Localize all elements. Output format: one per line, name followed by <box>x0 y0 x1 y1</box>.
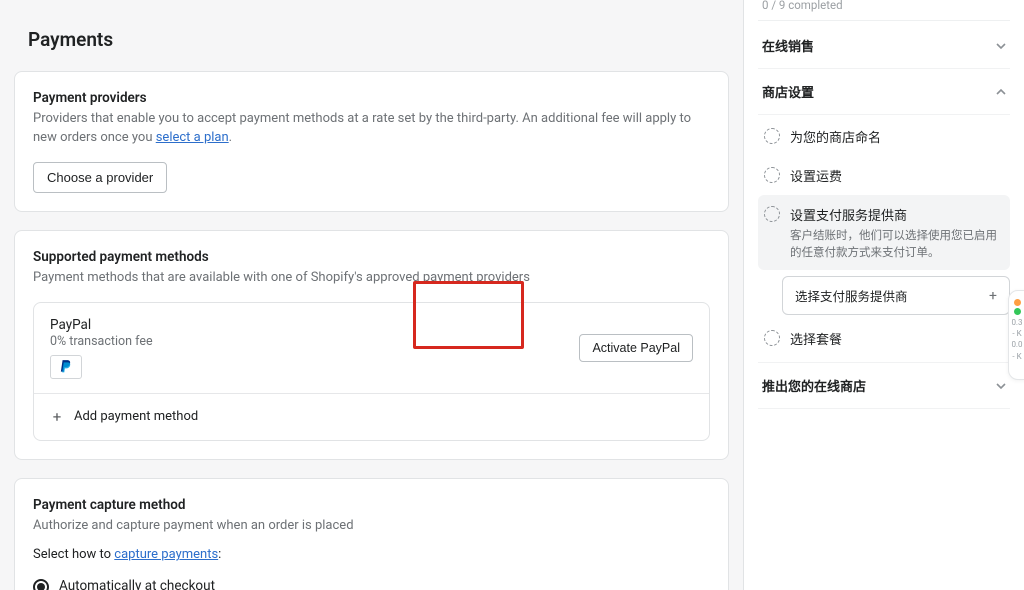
providers-desc-pre: Providers that enable you to accept paym… <box>33 111 691 145</box>
sidebar-section-store-settings[interactable]: 商店设置 <box>758 69 1010 115</box>
supported-methods-title: Supported payment methods <box>33 249 710 265</box>
choose-payment-provider-action[interactable]: 选择支付服务提供商 + <box>782 276 1010 315</box>
paypal-row: PayPal 0% transaction fee Activate PayPa… <box>34 303 709 393</box>
capture-intro-post: : <box>218 547 221 562</box>
capture-intro: Select how to capture payments: <box>33 547 710 562</box>
capture-payments-link[interactable]: capture payments <box>114 547 218 562</box>
step-title: 选择套餐 <box>790 329 842 348</box>
sidebar-section-label: 在线销售 <box>762 36 814 55</box>
chevron-down-icon <box>996 41 1006 51</box>
main-content: Payments Payment providers Providers tha… <box>0 0 743 590</box>
chevron-down-icon <box>996 381 1006 391</box>
supported-methods-list: PayPal 0% transaction fee Activate PayPa… <box>33 302 710 441</box>
step-title: 设置运费 <box>790 166 842 185</box>
choose-provider-button[interactable]: Choose a provider <box>33 162 167 193</box>
radio-label: Automatically at checkout <box>59 578 215 590</box>
step-desc: 客户结账时，他们可以选择使用您已启用的任意付款方式来支付订单。 <box>790 227 1004 260</box>
dashed-circle-icon <box>764 167 780 183</box>
payment-capture-desc: Authorize and capture payment when an or… <box>33 517 710 536</box>
supported-methods-desc: Payment methods that are available with … <box>33 269 710 288</box>
widget-line: - K <box>1011 351 1023 362</box>
paypal-icon <box>50 355 82 379</box>
payment-providers-card: Payment providers Providers that enable … <box>14 71 729 212</box>
capture-radio-group: Automatically at checkout Authorize and … <box>33 572 710 590</box>
plus-icon: + <box>50 408 64 426</box>
setup-guide-sidebar: 0 / 9 completed 在线销售 商店设置 为您的商店命名 设置运费 设… <box>743 0 1024 590</box>
dashed-circle-icon <box>764 330 780 346</box>
status-dot-green-icon <box>1014 308 1021 315</box>
plus-icon: + <box>989 288 997 304</box>
sidebar-section-label: 商店设置 <box>762 82 814 101</box>
payment-providers-title: Payment providers <box>33 90 710 106</box>
paypal-fee: 0% transaction fee <box>50 334 153 349</box>
step-title: 为您的商店命名 <box>790 127 881 146</box>
paypal-name: PayPal <box>50 317 153 333</box>
step-choose-plan[interactable]: 选择套餐 <box>758 319 1010 358</box>
chevron-up-icon <box>996 87 1006 97</box>
add-payment-method-label: Add payment method <box>74 409 198 424</box>
widget-line: - K <box>1011 328 1023 339</box>
step-title: 设置支付服务提供商 <box>790 209 907 224</box>
payment-capture-title: Payment capture method <box>33 497 710 513</box>
radio-icon <box>33 579 49 590</box>
activate-paypal-button[interactable]: Activate PayPal <box>579 334 693 362</box>
edge-widget[interactable]: 0.3 - K 0.0 - K <box>1008 290 1024 380</box>
widget-line: 0.3 <box>1011 317 1023 328</box>
page-title: Payments <box>28 28 729 51</box>
step-shipping[interactable]: 设置运费 <box>758 156 1010 195</box>
step-payment-provider[interactable]: 设置支付服务提供商 客户结账时，他们可以选择使用您已启用的任意付款方式来支付订单… <box>758 195 1010 270</box>
payment-capture-card: Payment capture method Authorize and cap… <box>14 478 729 590</box>
setup-progress: 0 / 9 completed <box>758 0 1010 21</box>
store-settings-steps: 为您的商店命名 设置运费 设置支付服务提供商 客户结账时，他们可以选择使用您已启… <box>758 115 1010 358</box>
status-dot-orange-icon <box>1014 299 1021 306</box>
supported-methods-card: Supported payment methods Payment method… <box>14 230 729 460</box>
capture-intro-pre: Select how to <box>33 547 114 562</box>
sidebar-section-label: 推出您的在线商店 <box>762 376 866 395</box>
select-plan-link[interactable]: select a plan <box>156 130 229 145</box>
add-payment-method-row[interactable]: + Add payment method <box>34 393 709 440</box>
step-name-store[interactable]: 为您的商店命名 <box>758 117 1010 156</box>
dashed-circle-icon <box>764 206 780 222</box>
step-action-label: 选择支付服务提供商 <box>795 286 908 305</box>
widget-line: 0.0 <box>1011 339 1023 350</box>
sidebar-section-online-sales[interactable]: 在线销售 <box>758 23 1010 69</box>
sidebar-section-launch[interactable]: 推出您的在线商店 <box>758 362 1010 409</box>
capture-option-auto-checkout[interactable]: Automatically at checkout Authorize and … <box>33 572 710 590</box>
payment-providers-desc: Providers that enable you to accept paym… <box>33 110 710 148</box>
dashed-circle-icon <box>764 128 780 144</box>
providers-desc-post: . <box>229 130 232 145</box>
